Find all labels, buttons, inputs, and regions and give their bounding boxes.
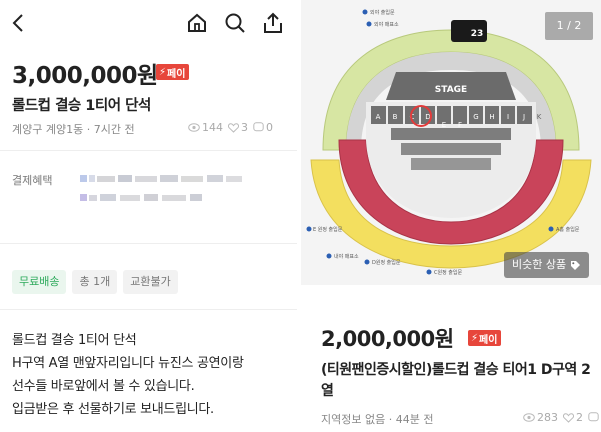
listing-card-panel: STAGE A B C D E F G H I J K 23 외야 출입문 외야… bbox=[301, 0, 601, 432]
heart-icon bbox=[228, 122, 239, 133]
listing-title[interactable]: (티원팬인증시할인)롤드컵 결승 티어1 D구역 2열 bbox=[321, 360, 591, 402]
gate-marker bbox=[366, 21, 372, 27]
share-icon[interactable] bbox=[260, 10, 286, 36]
chats-count: 0 bbox=[266, 121, 273, 134]
gate-marker bbox=[362, 9, 368, 15]
heart-icon bbox=[563, 412, 574, 423]
payment-benefit-blurred bbox=[80, 175, 242, 201]
section-label-j: J bbox=[522, 113, 525, 121]
stage-label: STAGE bbox=[435, 85, 467, 95]
location: 지역정보 없음 bbox=[321, 413, 386, 426]
description-line: H구역 A열 맨앞자리입니다 뉴진스 공연이랑 bbox=[12, 356, 244, 371]
posted-time: 44분 전 bbox=[395, 413, 434, 426]
likes-count: 3 bbox=[241, 121, 248, 134]
section-label-g: G bbox=[473, 113, 478, 121]
chat-icon bbox=[253, 122, 264, 132]
gate-label: 외야 매표소 bbox=[374, 21, 399, 28]
listing-detail-panel: 3,000,000원 ⚡ 페이 롤드컵 결승 1티어 단석 계양구 계양1동 ·… bbox=[0, 0, 297, 432]
listing-image[interactable]: STAGE A B C D E F G H I J K 23 외야 출입문 외야… bbox=[301, 0, 601, 285]
pay-badge: ⚡ 페이 bbox=[468, 330, 502, 346]
meta-dot: · bbox=[388, 413, 396, 426]
divider bbox=[0, 309, 297, 310]
description-line: 입금받은 후 선물하기로 보내드립니다. bbox=[12, 402, 214, 417]
listing-stats: 283 2 2 bbox=[523, 411, 601, 424]
section-label-f: F bbox=[458, 121, 462, 129]
chat-icon bbox=[588, 412, 599, 422]
tag-no-exchange: 교환불가 bbox=[123, 270, 178, 294]
likes-count: 2 bbox=[576, 411, 583, 424]
divider bbox=[0, 243, 297, 244]
gate-label: C원정 출입문 bbox=[434, 269, 462, 276]
price: 3,000,000원 bbox=[12, 63, 158, 89]
section-label-h: H bbox=[489, 113, 494, 121]
tag-list: 무료배송 총 1개 교환불가 bbox=[12, 270, 178, 294]
chats-stat: 2 bbox=[588, 411, 601, 424]
eye-icon bbox=[188, 123, 200, 132]
eye-icon bbox=[523, 413, 535, 422]
pay-badge-label: 페이 bbox=[167, 68, 186, 80]
gate-label: A홈 출입문 bbox=[556, 226, 580, 233]
payment-benefit-label: 결제혜택 bbox=[12, 174, 53, 187]
gate-marker bbox=[426, 269, 432, 275]
search-icon[interactable] bbox=[222, 10, 248, 36]
pay-badge: ⚡ 페이 bbox=[156, 64, 190, 80]
gate-marker bbox=[306, 226, 312, 232]
section-label-b: B bbox=[393, 113, 398, 121]
likes-stat: 2 bbox=[563, 411, 583, 424]
home-icon[interactable] bbox=[184, 10, 210, 36]
floor-row bbox=[411, 158, 491, 170]
meta-dot: · bbox=[86, 123, 94, 136]
listing-meta: 계양구 계양1동 · 7시간 전 bbox=[12, 121, 135, 137]
views-stat: 144 bbox=[188, 121, 223, 134]
listing-title: 롤드컵 결승 1티어 단석 bbox=[12, 98, 151, 114]
section-label-k: K bbox=[537, 113, 542, 121]
tag-quantity: 총 1개 bbox=[72, 270, 118, 294]
section-label-e: E bbox=[442, 121, 446, 129]
pay-badge-label: 페이 bbox=[479, 334, 498, 346]
screen: 3,000,000원 ⚡ 페이 롤드컵 결승 1티어 단석 계양구 계양1동 ·… bbox=[0, 0, 601, 432]
chats-stat: 0 bbox=[253, 121, 273, 134]
price: 2,000,000원 bbox=[321, 327, 454, 351]
tag-free-shipping: 무료배송 bbox=[12, 270, 67, 294]
similar-items-label: 비슷한 상품 bbox=[512, 258, 567, 271]
tag-icon bbox=[571, 260, 581, 270]
divider bbox=[0, 150, 297, 151]
bolt-icon: ⚡ bbox=[471, 332, 479, 344]
gate-label: 외야 출입문 bbox=[370, 9, 395, 16]
gate-label: E 원정 출입문 bbox=[313, 226, 343, 233]
top-bar bbox=[0, 0, 297, 46]
section-label-i: I bbox=[507, 113, 509, 121]
views-count: 144 bbox=[202, 121, 223, 134]
gate-label: 내야 매표소 bbox=[334, 253, 359, 260]
views-stat: 283 bbox=[523, 411, 558, 424]
description-line: 롤드컵 결승 1티어 단석 bbox=[12, 333, 137, 348]
floor-row bbox=[391, 128, 511, 140]
listing-description: 롤드컵 결승 1티어 단석 H구역 A열 맨앞자리입니다 뉴진스 공연이랑 선수… bbox=[12, 329, 244, 421]
floor-row bbox=[401, 143, 501, 155]
bolt-icon: ⚡ bbox=[159, 66, 167, 78]
event-logo-text: 23 bbox=[471, 29, 484, 39]
gate-marker bbox=[326, 253, 332, 259]
views-count: 283 bbox=[537, 411, 558, 424]
image-page-indicator: 1 / 2 bbox=[545, 12, 593, 40]
back-arrow-icon[interactable] bbox=[6, 10, 32, 36]
gate-marker bbox=[364, 259, 370, 265]
posted-time: 7시간 전 bbox=[93, 123, 135, 136]
listing-meta: 지역정보 없음 · 44분 전 bbox=[321, 411, 433, 427]
similar-items-button[interactable]: 비슷한 상품 bbox=[504, 252, 590, 278]
likes-stat: 3 bbox=[228, 121, 248, 134]
seat-map: STAGE A B C D E F G H I J K 23 외야 출입문 외야… bbox=[301, 0, 601, 285]
description-line: 선수들 바로앞에서 볼 수 있습니다. bbox=[12, 379, 195, 394]
gate-label: D원정 출입문 bbox=[372, 259, 401, 266]
section-label-a: A bbox=[376, 113, 381, 121]
gate-marker bbox=[548, 226, 554, 232]
listing-stats: 144 3 0 bbox=[188, 121, 273, 134]
location: 계양구 계양1동 bbox=[12, 123, 84, 136]
